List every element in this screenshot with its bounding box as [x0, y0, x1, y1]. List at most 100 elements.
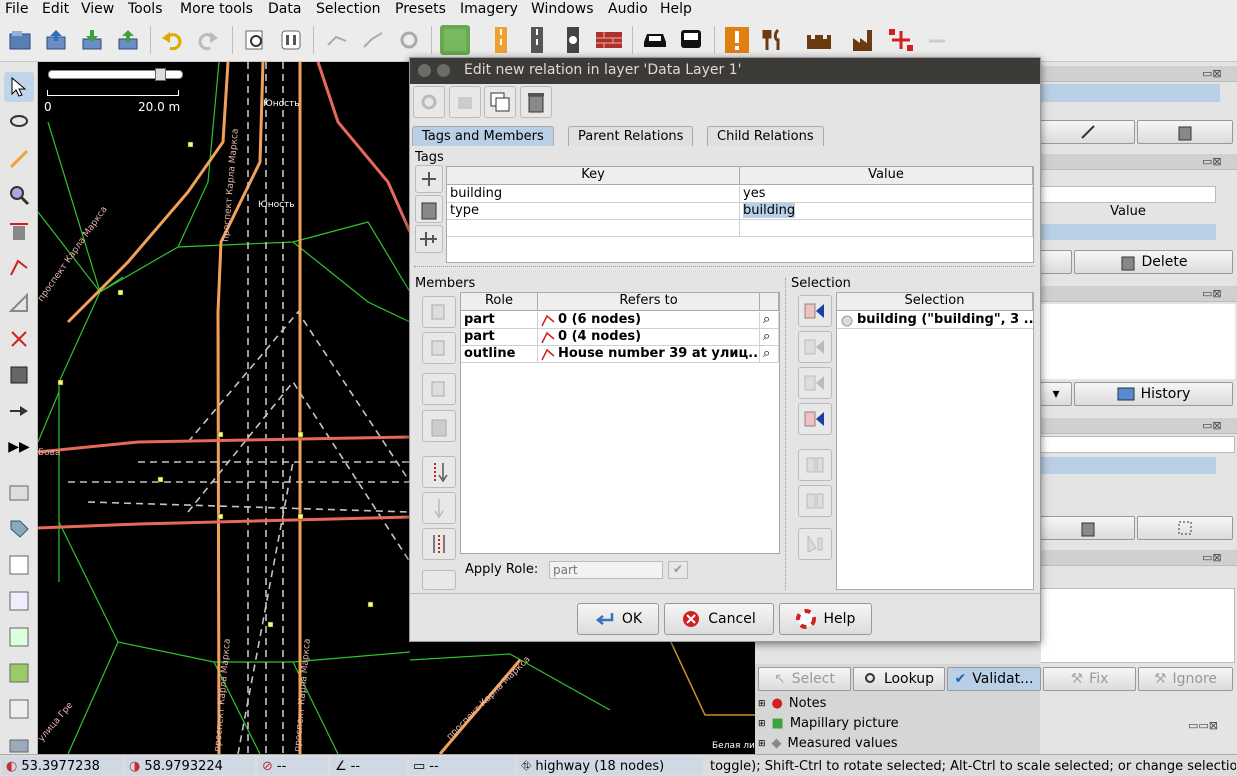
validate-button[interactable]: ✔ Validat... [947, 667, 1041, 691]
menu-help[interactable]: Help [660, 1, 692, 17]
ok-button[interactable]: OK [577, 603, 659, 635]
tag-value-cell[interactable]: building [740, 203, 1033, 220]
menu-audio[interactable]: Audio [608, 1, 648, 17]
help-button[interactable]: Help [779, 603, 872, 635]
map-view[interactable]: Юность Юность проспект Карла Маркса прос… [38, 62, 410, 754]
member-refers-cell[interactable]: 0 (6 nodes) [538, 312, 760, 329]
zoom-mode-icon[interactable] [4, 180, 34, 210]
zoom-to-member-icon[interactable] [798, 528, 832, 560]
add-selected-after-icon[interactable] [798, 367, 832, 399]
combine-way-icon[interactable] [358, 25, 388, 55]
member-role-cell[interactable]: outline [461, 346, 538, 363]
menu-more-tools[interactable]: More tools [180, 1, 253, 17]
preset-traffic-icon[interactable] [558, 25, 588, 55]
sort-members-icon[interactable] [422, 456, 456, 488]
preset-barrier-icon[interactable] [594, 25, 624, 55]
preset-relation-icon[interactable] [886, 25, 916, 55]
measured-panel-toggle[interactable]: ⊞ ◆ Measured values [758, 736, 897, 751]
reverse-members-icon[interactable] [422, 528, 456, 560]
lookup-button[interactable]: Lookup [853, 667, 945, 691]
relations-toggle-icon[interactable] [4, 586, 34, 616]
member-role-cell[interactable]: part [461, 329, 538, 346]
selection-toggle-icon[interactable] [4, 550, 34, 580]
apply-role-check-icon[interactable]: ✔ [668, 561, 688, 579]
ignore-button[interactable]: ⚒ Ignore [1138, 667, 1233, 691]
split-divider[interactable] [414, 266, 1034, 271]
open-file-icon[interactable] [5, 25, 35, 55]
zoom-slider[interactable] [48, 68, 183, 81]
draw-mode-icon[interactable] [4, 144, 34, 174]
menu-presets[interactable]: Presets [395, 1, 446, 17]
apply-icon[interactable] [449, 86, 481, 118]
paste-tags-icon[interactable] [415, 225, 443, 253]
menu-view[interactable]: View [81, 1, 114, 17]
dropdown-arrow-icon[interactable]: ▾ [1040, 382, 1072, 406]
select-members-icon[interactable] [798, 485, 832, 517]
delete-tag-icon[interactable] [415, 195, 443, 223]
layers-toggle-icon[interactable] [4, 478, 34, 508]
member-link-icon[interactable]: ⌕ [760, 329, 779, 346]
zoom-slider-handle[interactable] [155, 68, 166, 81]
preset-grass-icon[interactable] [440, 25, 470, 55]
select-button[interactable]: ↖ Select [758, 667, 851, 691]
apply-role-input[interactable] [549, 561, 663, 579]
sort-below-icon[interactable] [422, 492, 456, 524]
preset-industrial-icon[interactable] [850, 25, 880, 55]
split-way-icon[interactable] [322, 25, 352, 55]
mapillary-panel-toggle[interactable]: ⊞ ■ Mapillary picture [758, 716, 899, 731]
remove-selected-icon[interactable] [798, 449, 832, 481]
add-selected-at-end-icon[interactable] [798, 403, 832, 435]
member-refers-cell[interactable]: House number 39 at улиц... [538, 346, 760, 363]
delete-relation-icon[interactable] [520, 86, 552, 118]
selection-item[interactable]: building ("building", 3 ... [837, 312, 1033, 329]
redo-icon[interactable] [193, 25, 223, 55]
preset-car-icon[interactable] [640, 25, 670, 55]
preferences-icon[interactable] [276, 25, 306, 55]
history-button[interactable]: History [1074, 382, 1233, 406]
improve-way-icon[interactable] [4, 288, 34, 318]
menu-selection[interactable]: Selection [316, 1, 381, 17]
member-link-icon[interactable]: ⌕ [760, 312, 779, 329]
building-mode-icon[interactable] [4, 360, 34, 390]
add-selected-at-start-icon[interactable] [798, 295, 832, 327]
preset-bus-icon[interactable] [676, 25, 706, 55]
delete-tag-button[interactable]: Delete [1074, 250, 1233, 274]
tag-key-cell[interactable]: building [447, 186, 740, 203]
duplicate-relation-icon[interactable] [484, 86, 516, 118]
reload-icon[interactable] [413, 86, 445, 118]
menu-edit[interactable]: Edit [42, 1, 69, 17]
tag-key-cell[interactable]: type [447, 203, 740, 220]
preset-emergency-icon[interactable] [722, 25, 752, 55]
delete-layer-button[interactable] [1137, 120, 1233, 144]
upload-icon[interactable] [113, 25, 143, 55]
tag-value-cell[interactable]: yes [740, 186, 1033, 203]
menu-windows[interactable]: Windows [531, 1, 594, 17]
cancel-button[interactable]: Cancel [664, 603, 774, 635]
delete-mode-icon[interactable] [4, 216, 34, 246]
extrude-mode-icon[interactable] [4, 324, 34, 354]
add-tag-icon[interactable] [415, 165, 443, 193]
parallel-mode-icon[interactable] [4, 252, 34, 282]
tags-toggle-icon[interactable] [4, 514, 34, 544]
minimize-window-icon[interactable] [437, 64, 450, 77]
fix-button[interactable]: ⚒ Fix [1043, 667, 1136, 691]
preset-road-icon[interactable] [486, 25, 516, 55]
member-link-icon[interactable]: ⌕ [760, 346, 779, 363]
undo-icon[interactable] [157, 25, 187, 55]
menu-data[interactable]: Data [268, 1, 301, 17]
save-icon[interactable] [41, 25, 71, 55]
merge-layer-button[interactable] [1040, 120, 1135, 144]
preset-track-icon[interactable] [522, 25, 552, 55]
move-down-member-icon[interactable] [422, 332, 456, 364]
member-refers-cell[interactable]: 0 (4 nodes) [538, 329, 760, 346]
edit-member-icon[interactable] [422, 373, 456, 405]
map-paint-icon[interactable] [4, 622, 34, 652]
close-window-icon[interactable] [418, 64, 431, 77]
select-relation-button[interactable] [1137, 516, 1233, 540]
add-selected-before-icon[interactable] [798, 331, 832, 363]
reverse-way-icon[interactable] [394, 25, 424, 55]
member-role-cell[interactable]: part [461, 312, 538, 329]
menu-imagery[interactable]: Imagery [460, 1, 518, 17]
zoom-preferences-icon[interactable] [240, 25, 270, 55]
menu-file[interactable]: File [5, 1, 28, 17]
